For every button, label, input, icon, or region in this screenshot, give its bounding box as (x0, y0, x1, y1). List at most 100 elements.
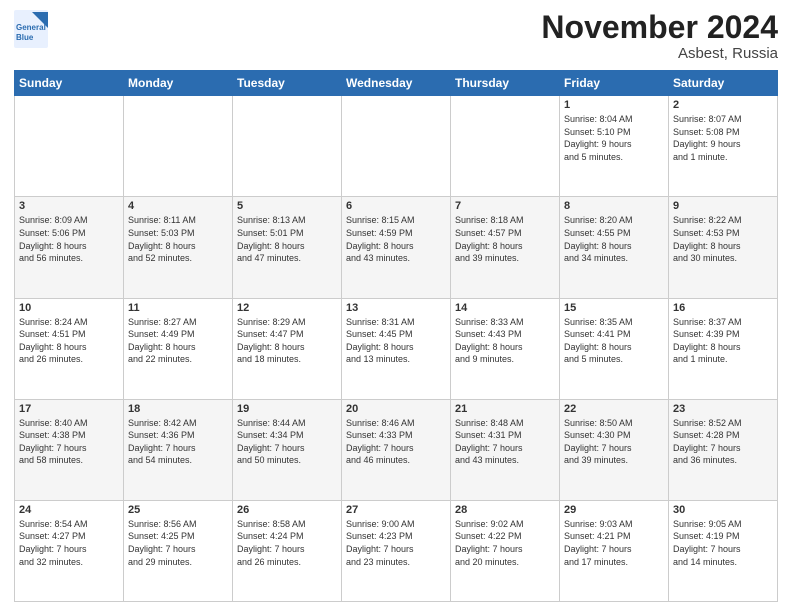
day-number: 2 (673, 99, 773, 111)
calendar-cell: 7 Sunrise: 8:18 AM Sunset: 4:57 PM Daylig… (451, 197, 560, 298)
calendar-cell: 14 Sunrise: 8:33 AM Sunset: 4:43 PM Dayli… (451, 298, 560, 399)
day-number: 6 (346, 200, 446, 212)
calendar-cell: 18Sunrise: 8:42 AM Sunset: 4:36 PM Dayli… (124, 399, 233, 500)
day-number: 10 (19, 302, 119, 314)
day-info: Sunrise: 8:44 AM Sunset: 4:34 PM Dayligh… (237, 417, 337, 467)
day-info: Sunrise: 8:11 AM Sunset: 5:03 PM Dayligh… (128, 214, 228, 264)
calendar-cell: 23 Sunrise: 8:52 AM Sunset: 4:28 PM Dayli… (669, 399, 778, 500)
day-info: Sunrise: 8:04 AM Sunset: 5:10 PM Dayligh… (564, 113, 664, 163)
calendar-cell: 10 Sunrise: 8:24 AM Sunset: 4:51 PM Dayli… (15, 298, 124, 399)
calendar-day-header: Tuesday (233, 71, 342, 96)
calendar-day-header: Saturday (669, 71, 778, 96)
day-number: 4 (128, 200, 228, 212)
day-info: Sunrise: 8:54 AM Sunset: 4:27 PM Dayligh… (19, 518, 119, 568)
calendar-cell: 11 Sunrise: 8:27 AM Sunset: 4:49 PM Dayli… (124, 298, 233, 399)
day-info: Sunrise: 8:29 AM Sunset: 4:47 PM Dayligh… (237, 316, 337, 366)
day-number: 8 (564, 200, 664, 212)
title-block: November 2024 Asbest, Russia (541, 10, 778, 62)
day-number: 19 (237, 403, 337, 415)
calendar-cell: 13 Sunrise: 8:31 AM Sunset: 4:45 PM Dayli… (342, 298, 451, 399)
calendar-cell: 4 Sunrise: 8:11 AM Sunset: 5:03 PM Daylig… (124, 197, 233, 298)
day-number: 25 (128, 504, 228, 516)
svg-text:General: General (16, 23, 46, 32)
calendar-cell: 2 Sunrise: 8:07 AM Sunset: 5:08 PM Daylig… (669, 96, 778, 197)
day-number: 17 (19, 403, 119, 415)
day-number: 12 (237, 302, 337, 314)
calendar-cell: 16 Sunrise: 8:37 AM Sunset: 4:39 PM Dayli… (669, 298, 778, 399)
day-number: 7 (455, 200, 555, 212)
day-info: Sunrise: 8:35 AM Sunset: 4:41 PM Dayligh… (564, 316, 664, 366)
day-number: 16 (673, 302, 773, 314)
day-info: Sunrise: 8:22 AM Sunset: 4:53 PM Dayligh… (673, 214, 773, 264)
calendar-cell: 24Sunrise: 8:54 AM Sunset: 4:27 PM Dayli… (15, 500, 124, 601)
calendar-day-header: Thursday (451, 71, 560, 96)
calendar-cell: 19 Sunrise: 8:44 AM Sunset: 4:34 PM Dayli… (233, 399, 342, 500)
day-number: 3 (19, 200, 119, 212)
day-info: Sunrise: 8:09 AM Sunset: 5:06 PM Dayligh… (19, 214, 119, 264)
calendar-cell: 6 Sunrise: 8:15 AM Sunset: 4:59 PM Daylig… (342, 197, 451, 298)
calendar-cell (124, 96, 233, 197)
logo: General Blue (14, 10, 50, 50)
day-number: 22 (564, 403, 664, 415)
calendar-cell: 17 Sunrise: 8:40 AM Sunset: 4:38 PM Dayli… (15, 399, 124, 500)
day-info: Sunrise: 8:15 AM Sunset: 4:59 PM Dayligh… (346, 214, 446, 264)
calendar-week-row: 3 Sunrise: 8:09 AM Sunset: 5:06 PM Daylig… (15, 197, 778, 298)
calendar-cell (233, 96, 342, 197)
day-number: 9 (673, 200, 773, 212)
calendar-cell (342, 96, 451, 197)
day-number: 28 (455, 504, 555, 516)
calendar-week-row: 10 Sunrise: 8:24 AM Sunset: 4:51 PM Dayli… (15, 298, 778, 399)
day-info: Sunrise: 8:31 AM Sunset: 4:45 PM Dayligh… (346, 316, 446, 366)
day-info: Sunrise: 8:50 AM Sunset: 4:30 PM Dayligh… (564, 417, 664, 467)
day-info: Sunrise: 8:27 AM Sunset: 4:49 PM Dayligh… (128, 316, 228, 366)
day-number: 30 (673, 504, 773, 516)
day-number: 1 (564, 99, 664, 111)
calendar-cell: 29 Sunrise: 9:03 AM Sunset: 4:21 PM Dayli… (560, 500, 669, 601)
day-number: 15 (564, 302, 664, 314)
calendar-header-row: SundayMondayTuesdayWednesdayThursdayFrid… (15, 71, 778, 96)
calendar-table: SundayMondayTuesdayWednesdayThursdayFrid… (14, 70, 778, 602)
day-number: 20 (346, 403, 446, 415)
day-info: Sunrise: 9:05 AM Sunset: 4:19 PM Dayligh… (673, 518, 773, 568)
calendar-week-row: 17 Sunrise: 8:40 AM Sunset: 4:38 PM Dayli… (15, 399, 778, 500)
day-info: Sunrise: 8:07 AM Sunset: 5:08 PM Dayligh… (673, 113, 773, 163)
day-info: Sunrise: 9:03 AM Sunset: 4:21 PM Dayligh… (564, 518, 664, 568)
day-number: 13 (346, 302, 446, 314)
calendar-cell: 1 Sunrise: 8:04 AM Sunset: 5:10 PM Daylig… (560, 96, 669, 197)
day-number: 14 (455, 302, 555, 314)
calendar-cell: 27Sunrise: 9:00 AM Sunset: 4:23 PM Dayli… (342, 500, 451, 601)
day-info: Sunrise: 8:52 AM Sunset: 4:28 PM Dayligh… (673, 417, 773, 467)
day-info: Sunrise: 8:13 AM Sunset: 5:01 PM Dayligh… (237, 214, 337, 264)
day-info: Sunrise: 9:02 AM Sunset: 4:22 PM Dayligh… (455, 518, 555, 568)
header: General Blue November 2024 Asbest, Russi… (14, 10, 778, 62)
calendar-day-header: Sunday (15, 71, 124, 96)
location: Asbest, Russia (541, 45, 778, 62)
calendar-cell: 28 Sunrise: 9:02 AM Sunset: 4:22 PM Dayli… (451, 500, 560, 601)
day-number: 5 (237, 200, 337, 212)
day-number: 11 (128, 302, 228, 314)
day-info: Sunrise: 8:20 AM Sunset: 4:55 PM Dayligh… (564, 214, 664, 264)
day-info: Sunrise: 8:42 AM Sunset: 4:36 PM Dayligh… (128, 417, 228, 467)
calendar-day-header: Friday (560, 71, 669, 96)
logo-icon: General Blue (14, 10, 50, 50)
day-number: 27 (346, 504, 446, 516)
calendar-cell: 15 Sunrise: 8:35 AM Sunset: 4:41 PM Dayli… (560, 298, 669, 399)
day-info: Sunrise: 8:46 AM Sunset: 4:33 PM Dayligh… (346, 417, 446, 467)
calendar-cell: 26Sunrise: 8:58 AM Sunset: 4:24 PM Dayli… (233, 500, 342, 601)
day-info: Sunrise: 8:18 AM Sunset: 4:57 PM Dayligh… (455, 214, 555, 264)
calendar-cell: 3 Sunrise: 8:09 AM Sunset: 5:06 PM Daylig… (15, 197, 124, 298)
day-info: Sunrise: 8:24 AM Sunset: 4:51 PM Dayligh… (19, 316, 119, 366)
day-number: 29 (564, 504, 664, 516)
day-number: 23 (673, 403, 773, 415)
calendar-cell (15, 96, 124, 197)
day-info: Sunrise: 8:58 AM Sunset: 4:24 PM Dayligh… (237, 518, 337, 568)
day-info: Sunrise: 8:37 AM Sunset: 4:39 PM Dayligh… (673, 316, 773, 366)
day-info: Sunrise: 8:33 AM Sunset: 4:43 PM Dayligh… (455, 316, 555, 366)
day-info: Sunrise: 8:48 AM Sunset: 4:31 PM Dayligh… (455, 417, 555, 467)
day-info: Sunrise: 8:56 AM Sunset: 4:25 PM Dayligh… (128, 518, 228, 568)
calendar-cell: 8 Sunrise: 8:20 AM Sunset: 4:55 PM Daylig… (560, 197, 669, 298)
calendar-cell: 9 Sunrise: 8:22 AM Sunset: 4:53 PM Daylig… (669, 197, 778, 298)
day-info: Sunrise: 8:40 AM Sunset: 4:38 PM Dayligh… (19, 417, 119, 467)
calendar-cell: 5 Sunrise: 8:13 AM Sunset: 5:01 PM Daylig… (233, 197, 342, 298)
calendar-day-header: Monday (124, 71, 233, 96)
